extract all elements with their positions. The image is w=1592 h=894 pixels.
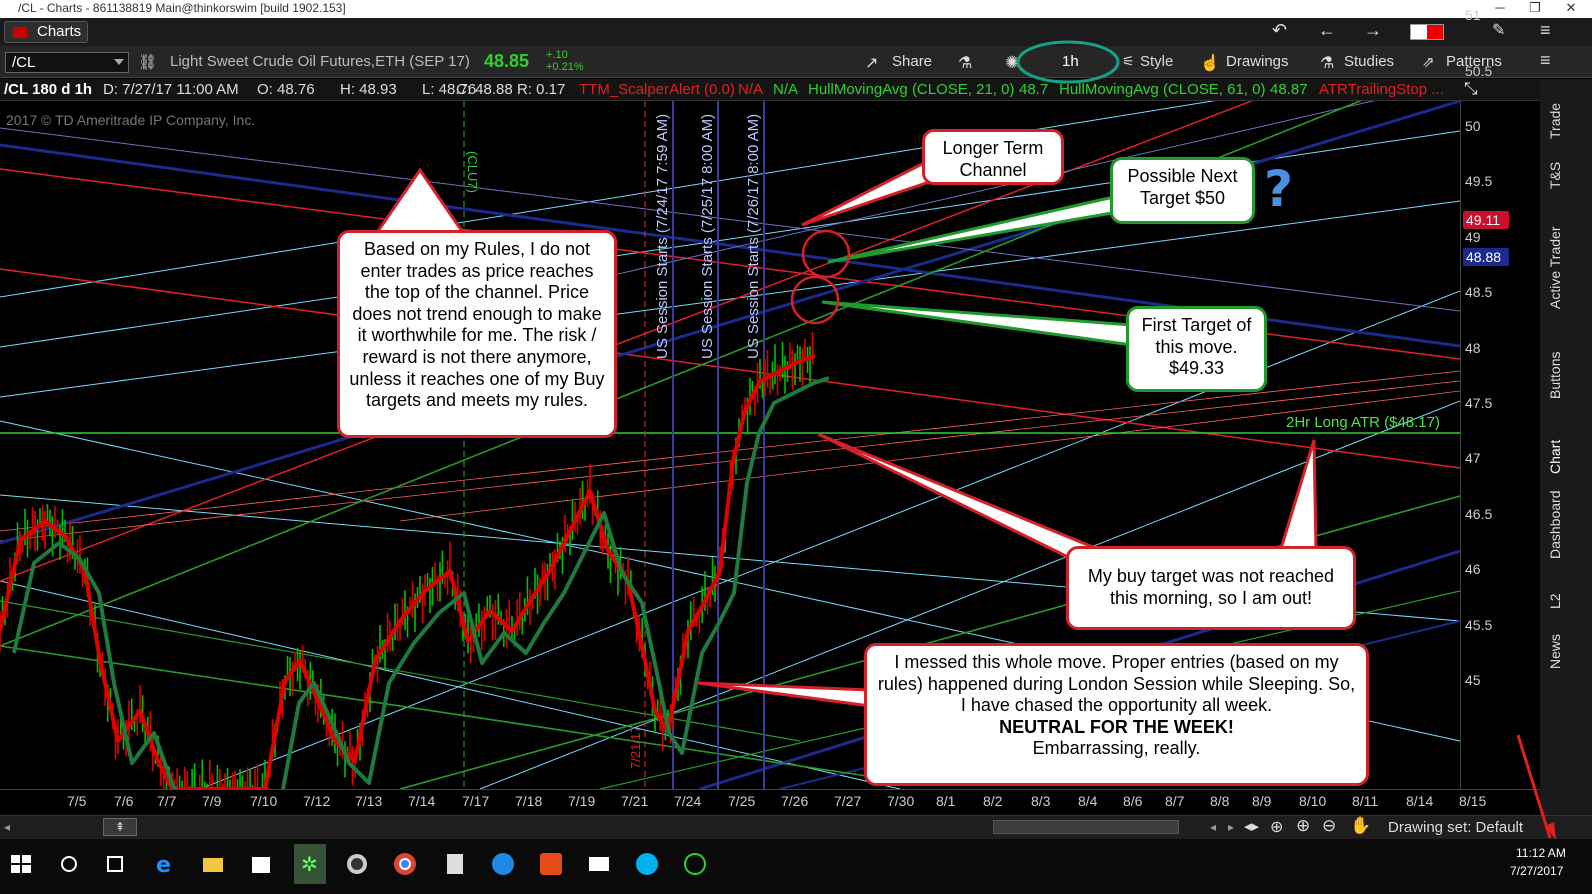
callout-rules: Based on my Rules, I do not enter trades… — [337, 230, 617, 438]
question-mark: ? — [1264, 160, 1294, 218]
callout-embarrassing: Embarrassing, really. — [1032, 738, 1201, 759]
callout-longer-term: Longer Term Channel — [922, 129, 1064, 185]
price-tag-1: 48.88 — [1463, 248, 1509, 267]
callout-neutral: NEUTRAL FOR THE WEEK! — [999, 716, 1234, 737]
callout-messed-text: I messed this whole move. Proper entries… — [877, 652, 1356, 716]
price-tag-0: 49.11 — [1463, 210, 1509, 229]
callout-first-target: First Target of this move. $49.33 — [1126, 306, 1267, 392]
callout-messed: I messed this whole move. Proper entries… — [864, 643, 1369, 786]
callout-buy-target: My buy target was not reached this morni… — [1066, 546, 1356, 630]
callout-next-target: Possible Next Target $50 — [1110, 157, 1255, 224]
